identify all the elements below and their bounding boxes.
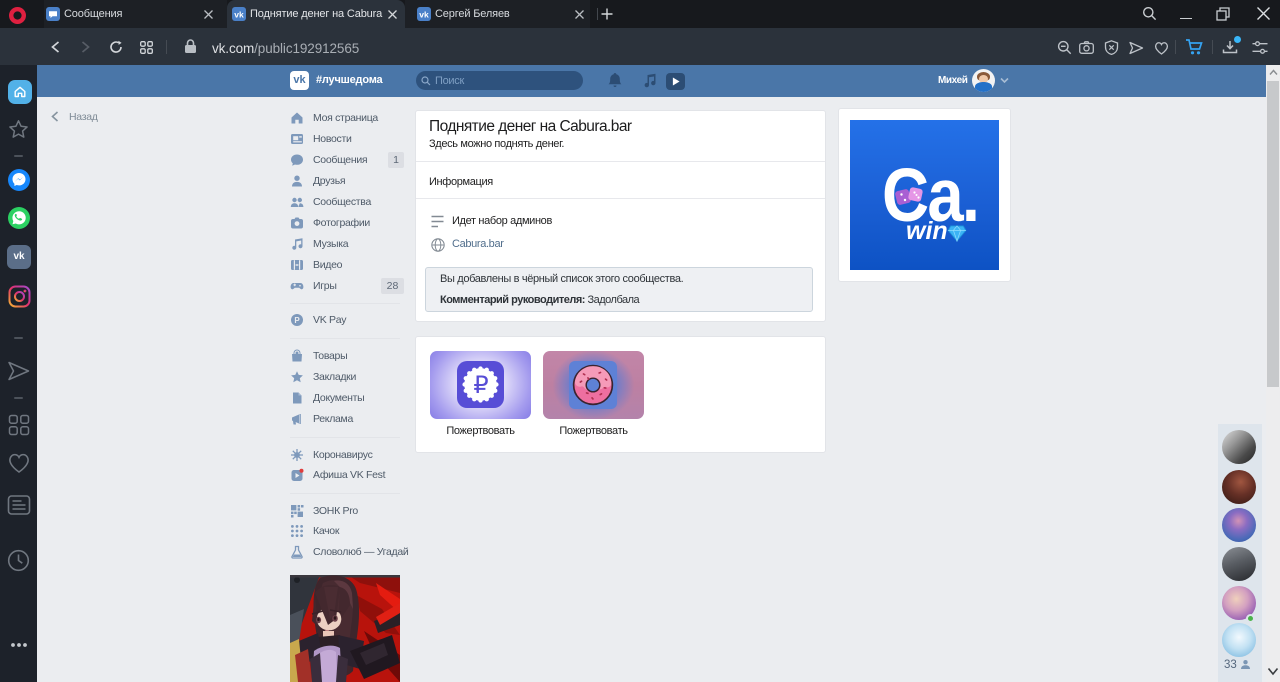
svg-text:vk: vk [234, 10, 244, 20]
svg-text:vk: vk [419, 10, 429, 20]
svg-text:₽: ₽ [473, 372, 488, 399]
svg-text:P: P [294, 316, 300, 325]
